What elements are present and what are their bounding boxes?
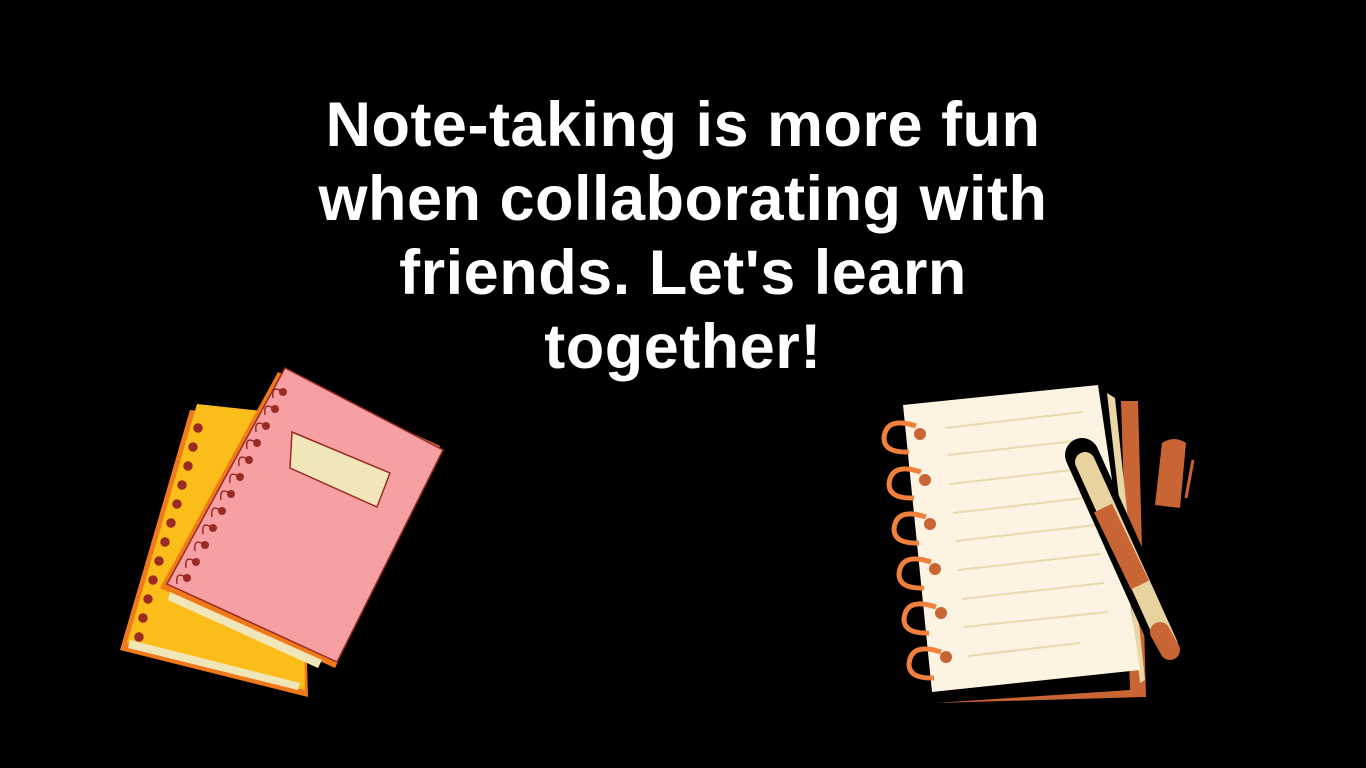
illustrations [120,366,1195,703]
stacked-spiral-notebooks-icon [120,366,445,697]
notepad-with-pen-icon [881,385,1195,703]
